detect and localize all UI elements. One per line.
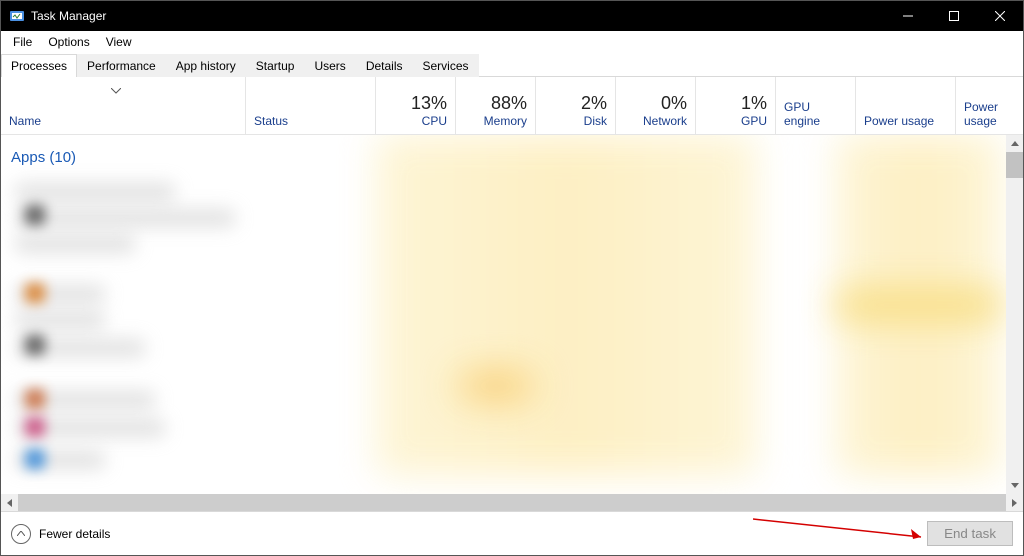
- col-status[interactable]: Status: [246, 77, 376, 134]
- col-power-usage[interactable]: Power usage: [856, 77, 956, 134]
- col-power-label: Power usage: [864, 114, 947, 128]
- col-network[interactable]: 0% Network: [616, 77, 696, 134]
- tab-bar: Processes Performance App history Startu…: [1, 53, 1023, 77]
- column-headers: Name Status 13% CPU 88% Memory 2% Disk 0…: [1, 77, 1023, 135]
- tab-startup[interactable]: Startup: [246, 54, 305, 77]
- minimize-button[interactable]: [885, 1, 931, 31]
- window-title: Task Manager: [31, 9, 106, 23]
- horizontal-scrollbar[interactable]: [1, 494, 1023, 511]
- fewer-details-label: Fewer details: [39, 527, 110, 541]
- gpu-value: 1%: [741, 93, 767, 114]
- tab-performance[interactable]: Performance: [77, 54, 166, 77]
- app-icon: [25, 205, 45, 225]
- blurred-data: [456, 370, 536, 402]
- app-icon: [9, 8, 25, 24]
- end-task-button[interactable]: End task: [927, 521, 1013, 546]
- chevron-down-icon[interactable]: [111, 83, 121, 97]
- app-icon: [25, 449, 45, 469]
- col-cpu[interactable]: 13% CPU: [376, 77, 456, 134]
- tab-users[interactable]: Users: [304, 54, 355, 77]
- menu-file[interactable]: File: [5, 33, 40, 51]
- scrollbar-thumb[interactable]: [18, 494, 966, 511]
- col-gpu[interactable]: 1% GPU: [696, 77, 776, 134]
- col-disk-label: Disk: [584, 114, 607, 128]
- memory-value: 88%: [491, 93, 527, 114]
- col-disk[interactable]: 2% Disk: [536, 77, 616, 134]
- app-icon: [25, 389, 45, 409]
- title-bar: Task Manager: [1, 1, 1023, 31]
- col-memory-label: Memory: [484, 114, 527, 128]
- app-icon: [25, 283, 45, 303]
- scroll-up-icon[interactable]: [1006, 135, 1023, 152]
- col-name-label: Name: [9, 114, 237, 128]
- scrollbar-thumb[interactable]: [1006, 152, 1023, 178]
- col-network-label: Network: [643, 114, 687, 128]
- tab-services[interactable]: Services: [413, 54, 479, 77]
- vertical-scrollbar[interactable]: [1006, 135, 1023, 494]
- chevron-up-icon: [11, 524, 31, 544]
- tab-processes[interactable]: Processes: [1, 54, 77, 77]
- scroll-left-icon[interactable]: [1, 499, 18, 507]
- scroll-down-icon[interactable]: [1006, 477, 1023, 494]
- list-item[interactable]: [15, 235, 135, 253]
- col-gpu-engine[interactable]: GPU engine: [776, 77, 856, 134]
- disk-value: 2%: [581, 93, 607, 114]
- apps-group-header[interactable]: Apps (10): [9, 141, 368, 176]
- network-value: 0%: [661, 93, 687, 114]
- col-cpu-label: CPU: [422, 114, 447, 128]
- col-gpu-engine-label: GPU engine: [784, 100, 847, 128]
- task-manager-window: Task Manager File Options View Processes…: [0, 0, 1024, 556]
- blurred-data: [836, 290, 1001, 320]
- maximize-button[interactable]: [931, 1, 977, 31]
- app-icon: [25, 417, 45, 437]
- close-button[interactable]: [977, 1, 1023, 31]
- scroll-right-icon[interactable]: [1006, 499, 1023, 507]
- list-item[interactable]: [15, 311, 105, 329]
- col-power-usage-trend[interactable]: Power usage: [956, 77, 1023, 134]
- col-status-label: Status: [254, 114, 367, 128]
- menu-view[interactable]: View: [98, 33, 140, 51]
- blurred-data: [376, 135, 756, 475]
- col-memory[interactable]: 88% Memory: [456, 77, 536, 134]
- process-list: Apps (10): [1, 135, 1023, 494]
- tab-details[interactable]: Details: [356, 54, 413, 77]
- col-name[interactable]: Name: [1, 77, 246, 134]
- footer: Fewer details End task: [1, 511, 1023, 555]
- menu-bar: File Options View: [1, 31, 1023, 53]
- fewer-details-toggle[interactable]: Fewer details: [11, 524, 110, 544]
- annotation-arrow: [753, 515, 933, 545]
- content-area: Name Status 13% CPU 88% Memory 2% Disk 0…: [1, 77, 1023, 511]
- app-icon: [25, 335, 45, 355]
- list-item[interactable]: [15, 183, 175, 201]
- col-power-trend-label: Power usage: [964, 100, 1015, 128]
- col-gpu-label: GPU: [741, 114, 767, 128]
- tab-app-history[interactable]: App history: [166, 54, 246, 77]
- menu-options[interactable]: Options: [40, 33, 97, 51]
- cpu-value: 13%: [411, 93, 447, 114]
- list-item[interactable]: [15, 209, 235, 227]
